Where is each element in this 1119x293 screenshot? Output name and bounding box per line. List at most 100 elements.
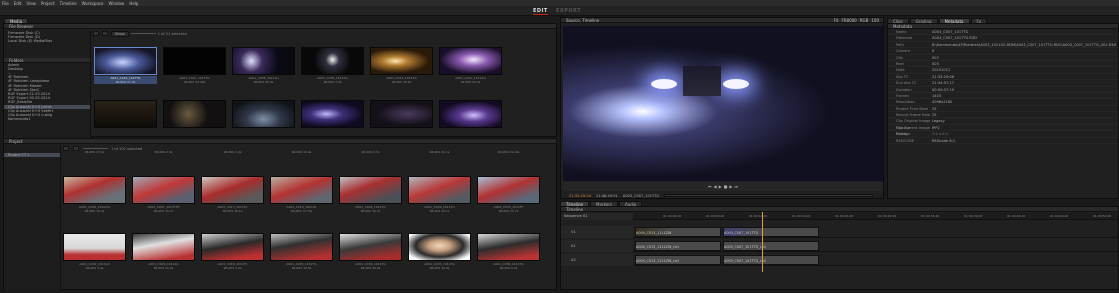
edit-mode-tab[interactable]: EDIT — [533, 8, 548, 15]
menu-view[interactable]: View — [26, 1, 36, 6]
menu-file[interactable]: File — [2, 1, 9, 6]
clip-thumbnail[interactable] — [477, 233, 540, 261]
viewer-title: Source, Timeline — [566, 18, 600, 23]
metadata-value[interactable]: A003_C007_101TTG — [932, 29, 968, 34]
menu-project[interactable]: Project — [41, 1, 55, 6]
playhead[interactable] — [762, 212, 763, 272]
track-label[interactable]: A2 — [561, 254, 633, 266]
clip-thumbnail[interactable] — [63, 176, 126, 204]
track-label[interactable]: A1 — [561, 240, 633, 252]
metadata-list: Name A003_C007_101TTG Filename A003_C007_1… — [888, 29, 1118, 145]
metadata-value[interactable]: REDcode 8:1 — [932, 138, 955, 143]
clip-thumbnail[interactable] — [232, 100, 295, 128]
play-icon[interactable]: ▶ — [719, 184, 722, 189]
clip-timecode: 96.0KS 59.40s — [183, 80, 206, 84]
timeline-clip[interactable]: A003_C007_101TTG_ch2 — [723, 255, 819, 265]
clip-thumbnail[interactable] — [408, 233, 471, 261]
timeline-ruler[interactable]: 01:00:04:20 01:00:09:20 01:00:14:20 01:0… — [633, 213, 1118, 220]
metadata-value[interactable]: 25 — [932, 112, 937, 117]
metadata-key: Date — [896, 68, 905, 73]
metadata-value[interactable]: A — [932, 48, 934, 53]
step-forward-icon[interactable]: ▶ — [729, 184, 732, 189]
menu-help[interactable]: Help — [129, 1, 138, 6]
clip-thumbnail[interactable] — [339, 176, 402, 204]
metadata-key: Filename — [896, 36, 913, 41]
clip-timecode: 96.0KS 3.4s — [323, 80, 342, 84]
metadata-key: Camera — [896, 49, 911, 54]
metadata-value[interactable]: Legacy — [932, 118, 945, 123]
clip-thumbnail[interactable] — [301, 100, 364, 128]
go-start-icon[interactable]: ⏮ — [708, 184, 712, 189]
timeline-clip[interactable]: A003_C007_101TTG — [723, 227, 819, 237]
clip-thumbnail[interactable] — [301, 47, 364, 75]
grid-view-icon[interactable] — [102, 31, 108, 36]
file-browser-panel: File Browser Firmware Disk (C) Firmware … — [3, 23, 557, 138]
track-label[interactable]: V1 — [561, 226, 633, 238]
menu-edit[interactable]: Edit — [14, 1, 22, 6]
menu-window[interactable]: Window — [109, 1, 125, 6]
export-mode-tab[interactable]: EXPORT — [556, 8, 581, 14]
clip-thumbnail-selected[interactable] — [94, 47, 157, 75]
metadata-value[interactable]: IPP2 — [932, 125, 940, 130]
clip-thumbnail[interactable] — [370, 47, 433, 75]
format-dropdown[interactable]: FR8000 — [841, 18, 856, 23]
clip-thumbnail[interactable] — [163, 47, 226, 75]
folder-item[interactable]: Kommando1 — [4, 117, 90, 121]
clip-thumbnail[interactable] — [270, 233, 333, 261]
sequence-selector[interactable]: Sequence 01 — [561, 213, 633, 220]
metadata-value[interactable]: 20101011 — [932, 67, 950, 72]
timeline-clip[interactable]: A004_C013_1111ZW_ch1 — [635, 241, 721, 251]
metadata-row: REDCODE REDcode 8:1 — [888, 138, 1118, 145]
clip-thumbnail[interactable] — [439, 100, 502, 128]
clip-count: 1 of 21 selected — [157, 31, 187, 36]
clip-thumbnail[interactable] — [339, 233, 402, 261]
clip-thumbnail[interactable] — [201, 233, 264, 261]
thumb-size-slider[interactable] — [83, 148, 108, 149]
metadata-value[interactable]: 25 — [932, 106, 937, 111]
metadata-value[interactable]: 1403 — [932, 93, 941, 98]
metadata-key: End Abs TC — [896, 81, 917, 86]
clip-thumbnail[interactable] — [270, 176, 333, 204]
fit-dropdown[interactable]: Fit — [834, 18, 839, 23]
metadata-value[interactable]: 003 — [932, 61, 939, 66]
project-root-item[interactable]: Project CT 1 — [4, 153, 60, 158]
show-dropdown[interactable]: Show — [111, 30, 129, 37]
clip-thumbnail[interactable] — [232, 47, 295, 75]
go-end-icon[interactable]: ⏭ — [735, 184, 739, 189]
metadata-value[interactable]: 00:00:57:19 — [932, 87, 954, 92]
clip-thumbnail[interactable] — [201, 176, 264, 204]
metadata-value[interactable]: B:\Kommando\4F\Rohdreh\A003_1011SG.RDM\A… — [932, 42, 1116, 47]
step-back-icon[interactable]: ◀ — [713, 184, 716, 189]
metadata-value[interactable]: 21:33:29:08 — [932, 74, 954, 79]
video-frame[interactable] — [563, 26, 883, 181]
menu-timeline[interactable]: Timeline — [60, 1, 77, 6]
timecode-out: 21:48:43:01 — [595, 193, 618, 198]
list-view-icon[interactable] — [93, 31, 99, 36]
clip-thumbnail[interactable] — [408, 176, 471, 204]
clip-thumbnail[interactable] — [132, 233, 195, 261]
timeline-clip[interactable]: A003_C007_101TTG_ch1 — [723, 241, 819, 251]
rating-stars[interactable]: ☆☆☆☆☆ — [932, 131, 948, 136]
clip-thumbnail[interactable] — [63, 233, 126, 261]
thumb-size-slider[interactable] — [130, 33, 156, 34]
stop-icon[interactable]: ■ — [724, 184, 728, 189]
clip-thumbnail[interactable] — [477, 176, 540, 204]
clip-thumbnail[interactable] — [132, 176, 195, 204]
scrub-bar[interactable] — [664, 194, 873, 197]
metadata-value[interactable]: A003_C007_101TTG.R3D — [932, 35, 977, 40]
clip-thumbnail[interactable] — [370, 100, 433, 128]
metadata-value[interactable]: 21:34:57:17 — [932, 80, 954, 85]
color-dropdown[interactable]: RGB — [860, 18, 869, 23]
drive-item[interactable]: Local Disk (E) MediaFiles — [4, 39, 90, 43]
zoom-dropdown[interactable]: 100 — [871, 18, 879, 23]
metadata-value[interactable]: 4096x2160 — [932, 99, 952, 104]
clip-thumbnail[interactable] — [439, 47, 502, 75]
metadata-value[interactable]: 007 — [932, 55, 939, 60]
clip-thumbnail[interactable] — [94, 100, 157, 128]
menu-workspace[interactable]: Workspace — [82, 1, 104, 6]
track-row: A1 A004_C013_1111ZW_ch1 A003_C007_101TTG… — [561, 240, 1119, 252]
timeline-clip[interactable]: A004_C013_1111ZW — [635, 227, 721, 237]
clip-thumbnail[interactable] — [163, 100, 226, 128]
clip-timecode: 96.0KS 1.4s — [223, 150, 242, 154]
timeline-clip[interactable]: A004_C013_1111ZW_ch2 — [635, 255, 721, 265]
